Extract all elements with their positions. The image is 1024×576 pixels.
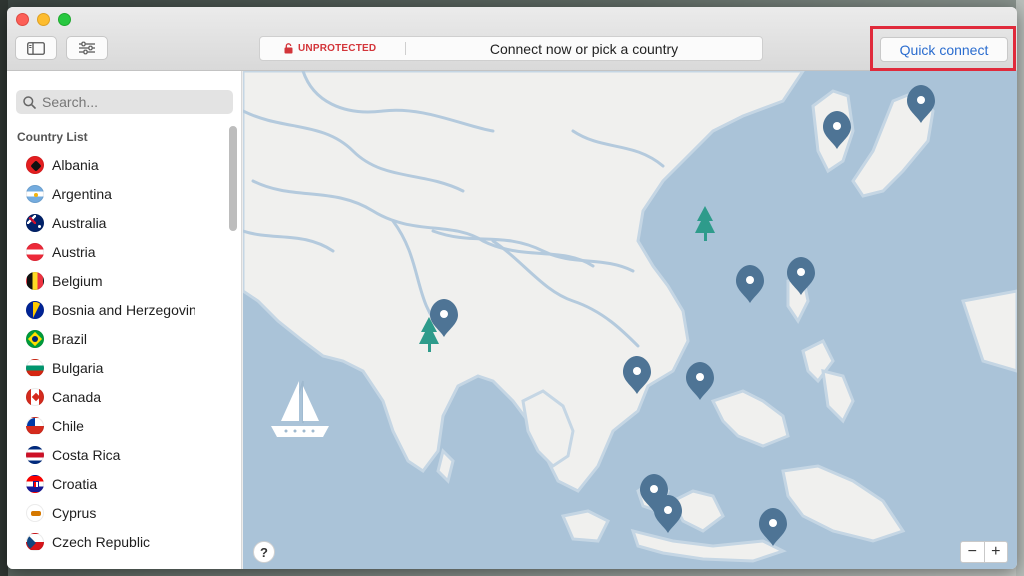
austria-flag-icon <box>26 242 44 261</box>
server-pin-location-icon[interactable] <box>654 495 682 533</box>
country-name: Czech Republic <box>52 533 151 550</box>
zoom-in-button[interactable]: + <box>985 542 1008 562</box>
country-name: Costa Rica <box>52 446 121 463</box>
country-item-cyprus[interactable]: Cyprus <box>7 498 229 527</box>
close-window-button[interactable] <box>16 13 29 26</box>
country-name: Cyprus <box>52 504 97 521</box>
australia-flag-icon <box>26 213 44 232</box>
argentina-flag-icon <box>26 184 44 203</box>
highlight-box: Quick connect <box>870 26 1016 71</box>
server-pins-layer <box>430 85 935 546</box>
country-name: Bosnia and Herzegovina <box>52 301 195 318</box>
country-name: Austria <box>52 243 96 260</box>
country-name: Bulgaria <box>52 359 104 376</box>
croatia-flag-icon <box>26 474 44 493</box>
zoom-control: − + <box>960 541 1008 563</box>
chile-flag-icon <box>26 416 44 435</box>
zoom-window-button[interactable] <box>58 13 71 26</box>
toggle-sidebar-button[interactable] <box>15 36 57 60</box>
help-button[interactable]: ? <box>253 541 275 563</box>
settings-button[interactable] <box>66 36 108 60</box>
costa-rica-flag-icon <box>26 445 44 464</box>
czech-flag-icon <box>26 532 44 551</box>
server-pin-location-icon[interactable] <box>759 508 787 546</box>
status-badge-label: UNPROTECTED <box>298 43 377 54</box>
country-name: Albania <box>52 156 99 173</box>
sliders-icon <box>79 41 95 55</box>
country-item-austria[interactable]: Austria <box>7 237 229 266</box>
server-pin-location-icon[interactable] <box>787 257 815 295</box>
world-map[interactable]: ? − + <box>243 71 1017 569</box>
country-item-argentina[interactable]: Argentina <box>7 179 229 208</box>
search-placeholder: Search... <box>42 94 99 110</box>
titlebar: UNPROTECTED Connect now or pick a countr… <box>7 7 1017 71</box>
cyprus-flag-icon <box>26 503 44 522</box>
country-item-croatia[interactable]: Croatia <box>7 469 229 498</box>
sidebar: Search... Country List Albania Argentina <box>7 71 242 569</box>
brazil-flag-icon <box>26 329 44 348</box>
country-name: Canada <box>52 388 102 405</box>
server-pin-location-icon[interactable] <box>686 362 714 400</box>
connection-status-bar[interactable]: UNPROTECTED Connect now or pick a countr… <box>259 36 763 61</box>
server-pin-location-icon[interactable] <box>907 85 935 123</box>
minimize-window-button[interactable] <box>37 13 50 26</box>
country-item-brazil[interactable]: Brazil <box>7 324 229 353</box>
country-item-australia[interactable]: Australia <box>7 208 229 237</box>
country-item-czech-republic[interactable]: Czech Republic <box>7 527 229 556</box>
country-item-belgium[interactable]: Belgium <box>7 266 229 295</box>
search-input[interactable]: Search... <box>16 90 233 114</box>
country-item-canada[interactable]: Canada <box>7 382 229 411</box>
belgium-flag-icon <box>26 271 44 290</box>
canada-flag-icon <box>26 387 44 406</box>
country-list: Albania Argentina Australia Austria Belg… <box>7 150 229 556</box>
bosnia-flag-icon <box>26 300 44 319</box>
country-item-bosnia-and-herzegovina[interactable]: Bosnia and Herzegovina <box>7 295 229 324</box>
sidebar-icon <box>27 41 45 55</box>
app-window: UNPROTECTED Connect now or pick a countr… <box>7 7 1017 569</box>
sidebar-scrollbar[interactable] <box>229 126 237 231</box>
server-pin-location-icon[interactable] <box>823 111 851 149</box>
country-item-bulgaria[interactable]: Bulgaria <box>7 353 229 382</box>
country-item-albania[interactable]: Albania <box>7 150 229 179</box>
albania-flag-icon <box>26 155 44 174</box>
quick-connect-button[interactable]: Quick connect <box>880 37 1008 62</box>
bulgaria-flag-icon <box>26 358 44 377</box>
country-item-chile[interactable]: Chile <box>7 411 229 440</box>
section-label: Country List <box>17 130 88 144</box>
country-name: Croatia <box>52 475 98 492</box>
country-name: Brazil <box>52 330 88 347</box>
server-pin-location-icon[interactable] <box>623 356 651 394</box>
zoom-out-button[interactable]: − <box>961 542 985 562</box>
country-name: Belgium <box>52 272 103 289</box>
server-pin-location-icon[interactable] <box>430 299 458 337</box>
server-pin-location-icon[interactable] <box>736 265 764 303</box>
country-name: Chile <box>52 417 84 434</box>
country-item-costa-rica[interactable]: Costa Rica <box>7 440 229 469</box>
desktop-background <box>1016 0 1024 576</box>
status-badge: UNPROTECTED <box>284 37 376 60</box>
status-message: Connect now or pick a country <box>489 40 679 57</box>
country-name: Argentina <box>52 185 112 202</box>
unlocked-icon <box>284 43 293 54</box>
search-icon <box>23 95 36 109</box>
country-name: Australia <box>52 214 107 231</box>
